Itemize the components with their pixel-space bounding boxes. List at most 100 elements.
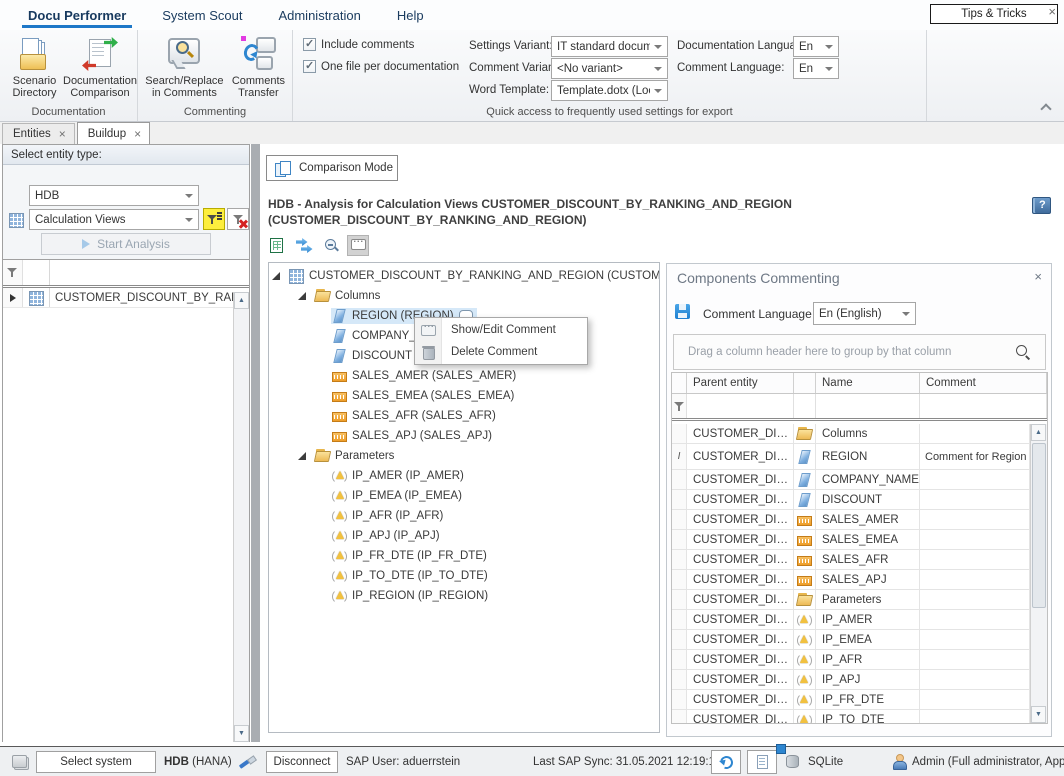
documentation-comparison-button[interactable]: Documentation Comparison [65, 34, 135, 99]
comment-language-combo[interactable]: En [793, 58, 839, 79]
comment-cell[interactable] [920, 650, 1030, 669]
comment-cell[interactable] [920, 570, 1030, 589]
comment-cell[interactable] [920, 690, 1030, 709]
comment-cell[interactable] [920, 710, 1030, 723]
word-template-combo[interactable]: Template.dotx (Local) [551, 80, 668, 101]
tree-item[interactable]: IP_TO_DTE (IP_TO_DTE) [269, 566, 659, 586]
comment-cell[interactable] [920, 590, 1030, 609]
comment-grid-row[interactable]: CUSTOMER_DISCOUNT_BY_RANKING_AND_REGION … [672, 670, 1030, 690]
search-icon[interactable] [1016, 345, 1031, 360]
comments-transfer-button[interactable]: Comments Transfer [227, 34, 290, 99]
include-comments-checkbox[interactable]: Include comments [303, 38, 414, 51]
save-icon[interactable] [675, 304, 690, 319]
menu-tab[interactable]: Docu Performer [10, 0, 144, 30]
comment-grid-row[interactable]: CUSTOMER_DISCOUNT_BY_RANKING_AND_REGION … [672, 710, 1030, 723]
tree-item[interactable]: IP_REGION (IP_REGION) [269, 586, 659, 606]
filter-cell[interactable] [794, 394, 816, 418]
filter-cell[interactable] [23, 260, 50, 285]
comment-grid-row[interactable]: CUSTOMER_DISCOUNT_BY_RANKING_AND_REGION … [672, 690, 1030, 710]
comment-grid-row[interactable]: CUSTOMER_DISCOUNT_BY_RANKING_AND_REGION … [672, 590, 1030, 610]
tree-item[interactable]: SALES_APJ (SALES_APJ) [269, 426, 659, 446]
tree-expander-icon[interactable] [298, 292, 306, 300]
comparison-mode-button[interactable]: Comparison Mode [266, 155, 398, 181]
zoom-out-button[interactable] [320, 235, 342, 256]
checkbox-checked-icon[interactable] [303, 38, 316, 51]
comment-grid-row[interactable]: CUSTOMER_DISCOUNT_BY_RANKING_AND_REGION … [672, 424, 1030, 444]
filter-edit-button[interactable] [203, 208, 225, 230]
comment-variant-combo[interactable]: <No variant> [551, 58, 668, 79]
search-replace-comments-button[interactable]: Search/Replace in Comments [142, 34, 227, 99]
tree-item[interactable]: SALES_AMER (SALES_AMER) [269, 366, 659, 386]
comments-view-button[interactable] [347, 235, 369, 256]
tree-expander-icon[interactable] [298, 452, 306, 460]
tree-expander-icon[interactable] [272, 272, 280, 280]
comment-cell[interactable] [920, 510, 1030, 529]
tree-item[interactable]: IP_FR_DTE (IP_FR_DTE) [269, 546, 659, 566]
context-menu-item[interactable]: Show/Edit Comment [415, 319, 587, 341]
comment-grid-row[interactable]: CUSTOMER_DISCOUNT_BY_RANKING_AND_REGION … [672, 650, 1030, 670]
tree-item[interactable]: IP_EMEA (IP_EMEA) [269, 486, 659, 506]
tree-item[interactable]: Parameters [269, 446, 659, 466]
tree-item[interactable]: SALES_AFR (SALES_AFR) [269, 406, 659, 426]
scrollbar-thumb[interactable] [1032, 443, 1046, 608]
comment-grid-row[interactable]: CUSTOMER_DISCOUNT_BY_RANKING_AND_REGION … [672, 470, 1030, 490]
collapse-ribbon-icon[interactable] [1040, 103, 1051, 114]
comment-cell[interactable] [920, 550, 1030, 569]
scroll-down-icon[interactable]: ▼ [1031, 706, 1046, 723]
comment-cell[interactable] [920, 610, 1030, 629]
tree-item[interactable]: IP_AFR (IP_AFR) [269, 506, 659, 526]
scroll-down-icon[interactable]: ▼ [234, 725, 249, 742]
transfer-comments-button[interactable] [293, 235, 315, 256]
export-excel-button[interactable] [266, 235, 288, 256]
entity-type-combo[interactable]: Calculation Views [29, 209, 199, 230]
settings-variant-combo[interactable]: IT standard document... [551, 36, 668, 57]
comment-grid-row[interactable]: CUSTOMER_DISCOUNT_BY_RANKING_AND_REGION … [672, 550, 1030, 570]
context-menu-item[interactable]: Delete Comment [415, 341, 587, 363]
header-parent-entity[interactable]: Parent entity [687, 373, 794, 393]
entity-row[interactable]: CUSTOMER_DISCOUNT_BY_RANKING_AND_REGION … [3, 288, 249, 308]
one-file-per-doc-checkbox[interactable]: One file per documentation [303, 60, 459, 73]
group-by-box[interactable]: Drag a column header here to group by th… [673, 334, 1046, 370]
tree-item[interactable]: Columns [269, 286, 659, 306]
header-name[interactable]: Name [816, 373, 920, 393]
header-comment[interactable]: Comment [920, 373, 1047, 393]
comment-cell[interactable] [920, 670, 1030, 689]
comment-cell[interactable] [920, 490, 1030, 509]
checkbox-checked-icon[interactable] [303, 60, 316, 73]
menu-tab[interactable]: System Scout [144, 0, 260, 30]
select-system-button[interactable]: Select system [36, 751, 156, 773]
document-tab[interactable]: Entities × [2, 123, 75, 144]
menu-tab[interactable]: Help [379, 0, 442, 30]
filter-cell[interactable] [816, 394, 920, 418]
scroll-up-icon[interactable]: ▲ [1031, 424, 1046, 441]
close-document-area-icon[interactable]: × [1048, 4, 1056, 19]
documentation-language-combo[interactable]: En [793, 36, 839, 57]
scroll-up-icon[interactable]: ▲ [234, 292, 249, 309]
system-combo[interactable]: HDB [29, 185, 199, 206]
start-analysis-button[interactable]: Start Analysis [41, 233, 211, 255]
comment-grid-row[interactable]: CUSTOMER_DISCOUNT_BY_RANKING_AND_REGION … [672, 570, 1030, 590]
comment-grid-row[interactable]: CUSTOMER_DISCOUNT_BY_RANKING_AND_REGION … [672, 630, 1030, 650]
comment-cell[interactable] [920, 530, 1030, 549]
comment-grid-row[interactable]: CUSTOMER_DISCOUNT_BY_RANKING_AND_REGION … [672, 510, 1030, 530]
comment-grid-row[interactable]: CUSTOMER_DISCOUNT_BY_RANKING_AND_REGION … [672, 530, 1030, 550]
tree-item[interactable]: SALES_EMEA (SALES_EMEA) [269, 386, 659, 406]
comment-grid-row[interactable]: I CUSTOMER_DISCOUNT_BY_RANKING_AND_REGIO… [672, 444, 1030, 470]
document-tab[interactable]: Buildup × [77, 122, 150, 144]
disconnect-button[interactable]: Disconnect [266, 751, 338, 773]
refresh-button[interactable] [711, 750, 741, 774]
comment-language-combo[interactable]: En (English) [813, 302, 916, 325]
filter-clear-button[interactable] [227, 208, 249, 230]
scrollbar-vertical[interactable]: ▲ ▼ [1030, 424, 1047, 723]
filter-cell[interactable] [687, 394, 794, 418]
comment-cell[interactable] [920, 424, 1030, 443]
tab-close-icon[interactable]: × [59, 129, 66, 139]
tab-close-icon[interactable]: × [134, 129, 141, 139]
tree-item[interactable]: IP_AMER (IP_AMER) [269, 466, 659, 486]
log-document-button[interactable] [747, 750, 777, 774]
grid-filter-row[interactable] [672, 394, 1047, 421]
tips-tricks-button[interactable]: Tips & Tricks [930, 4, 1058, 24]
close-panel-icon[interactable]: × [1034, 269, 1042, 284]
scrollbar-vertical[interactable]: ▲ ▼ [233, 292, 249, 742]
filter-cell[interactable] [920, 394, 1047, 418]
